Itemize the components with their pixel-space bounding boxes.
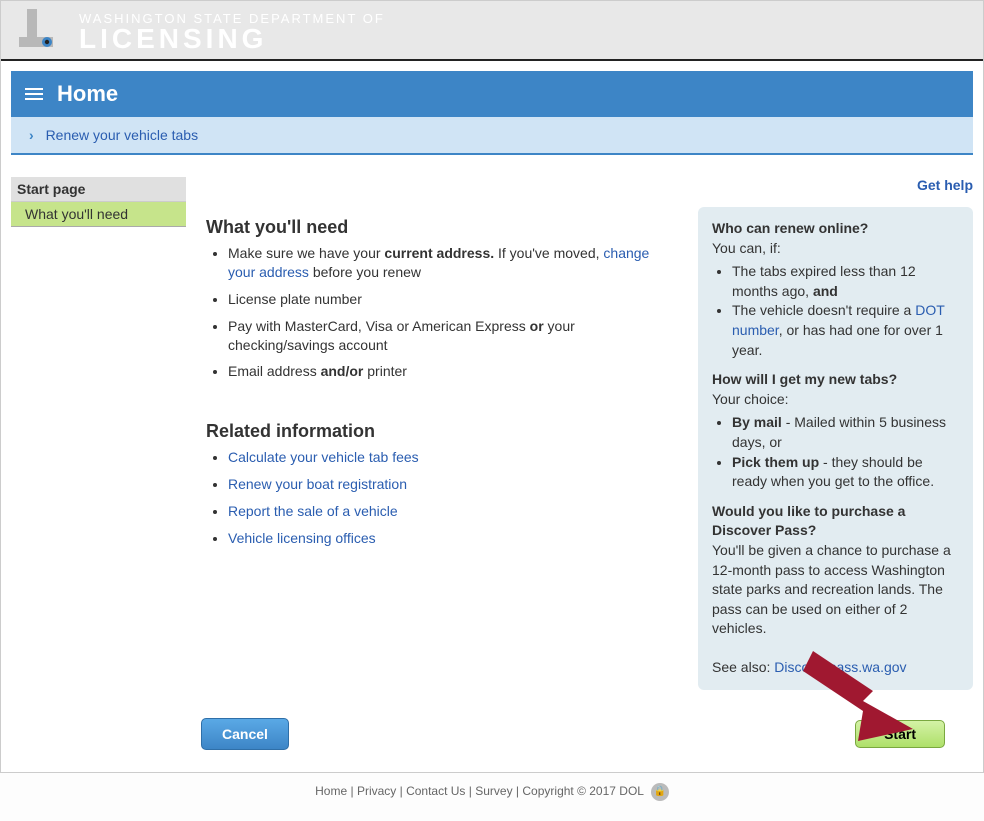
list-item: Report the sale of a vehicle [228,502,678,521]
menu-icon[interactable] [25,88,43,100]
list-item: Make sure we have your current address. … [228,244,678,282]
who-intro: You can, if: [712,239,959,259]
list-item: By mail - Mailed within 5 business days,… [732,413,959,452]
list-item: Email address and/or printer [228,362,678,381]
cancel-button[interactable]: Cancel [201,718,289,750]
related-list: Calculate your vehicle tab fees Renew yo… [206,448,678,548]
breadcrumb-link[interactable]: Renew your vehicle tabs [46,127,199,143]
discover-pass-heading: Would you like to purchase a Discover Pa… [712,502,959,541]
list-item: The vehicle doesn't require a DOT number… [732,301,959,360]
list-item: Calculate your vehicle tab fees [228,448,678,467]
start-button[interactable]: Start [855,720,945,748]
footer-contact-link[interactable]: Contact Us [406,784,465,798]
footer-copyright: Copyright © 2017 DOL [522,784,643,798]
page-title: Home [57,81,118,107]
button-row: Cancel Start [1,700,983,772]
lock-icon: 🔒 [651,783,669,801]
chevron-right-icon: › [29,127,34,143]
breadcrumb: › Renew your vehicle tabs [11,117,973,155]
renew-boat-link[interactable]: Renew your boat registration [228,476,407,492]
need-list: Make sure we have your current address. … [206,244,678,381]
need-heading: What you'll need [206,217,678,238]
list-item: Pick them up - they should be ready when… [732,453,959,492]
right-column: Get help Who can renew online? You can, … [698,177,973,690]
get-help-link[interactable]: Get help [698,177,973,193]
list-item: Pay with MasterCard, Visa or American Ex… [228,317,678,355]
list-item: License plate number [228,290,678,309]
list-item: Vehicle licensing offices [228,529,678,548]
title-bar: Home [11,71,973,117]
who-renew-heading: Who can renew online? [712,219,959,239]
dol-logo-icon [19,9,67,53]
footer: Home | Privacy | Contact Us | Survey | C… [0,773,984,821]
discover-pass-body: You'll be given a chance to purchase a 1… [712,541,959,639]
licensing-offices-link[interactable]: Vehicle licensing offices [228,530,376,546]
leftnav-heading: Start page [11,177,186,202]
related-heading: Related information [206,421,678,442]
info-box: Who can renew online? You can, if: The t… [698,207,973,690]
report-sale-link[interactable]: Report the sale of a vehicle [228,503,398,519]
discover-pass-link[interactable]: Discoverpass.wa.gov [774,659,906,675]
leftnav-item-need[interactable]: What you'll need [11,202,186,227]
calc-tab-fees-link[interactable]: Calculate your vehicle tab fees [228,449,419,465]
footer-survey-link[interactable]: Survey [475,784,512,798]
how-tabs-heading: How will I get my new tabs? [712,370,959,390]
header-title: WASHINGTON STATE DEPARTMENT OF LICENSING [79,11,385,51]
see-also: See also: Discoverpass.wa.gov [712,658,959,678]
how-intro: Your choice: [712,390,959,410]
list-item: Renew your boat registration [228,475,678,494]
footer-privacy-link[interactable]: Privacy [357,784,396,798]
dept-title: LICENSING [79,26,385,51]
header-bar: WASHINGTON STATE DEPARTMENT OF LICENSING [1,1,983,59]
list-item: The tabs expired less than 12 months ago… [732,262,959,301]
main-column: What you'll need Make sure we have your … [206,177,678,690]
left-nav: Start page What you'll need [11,177,186,690]
footer-home-link[interactable]: Home [315,784,347,798]
